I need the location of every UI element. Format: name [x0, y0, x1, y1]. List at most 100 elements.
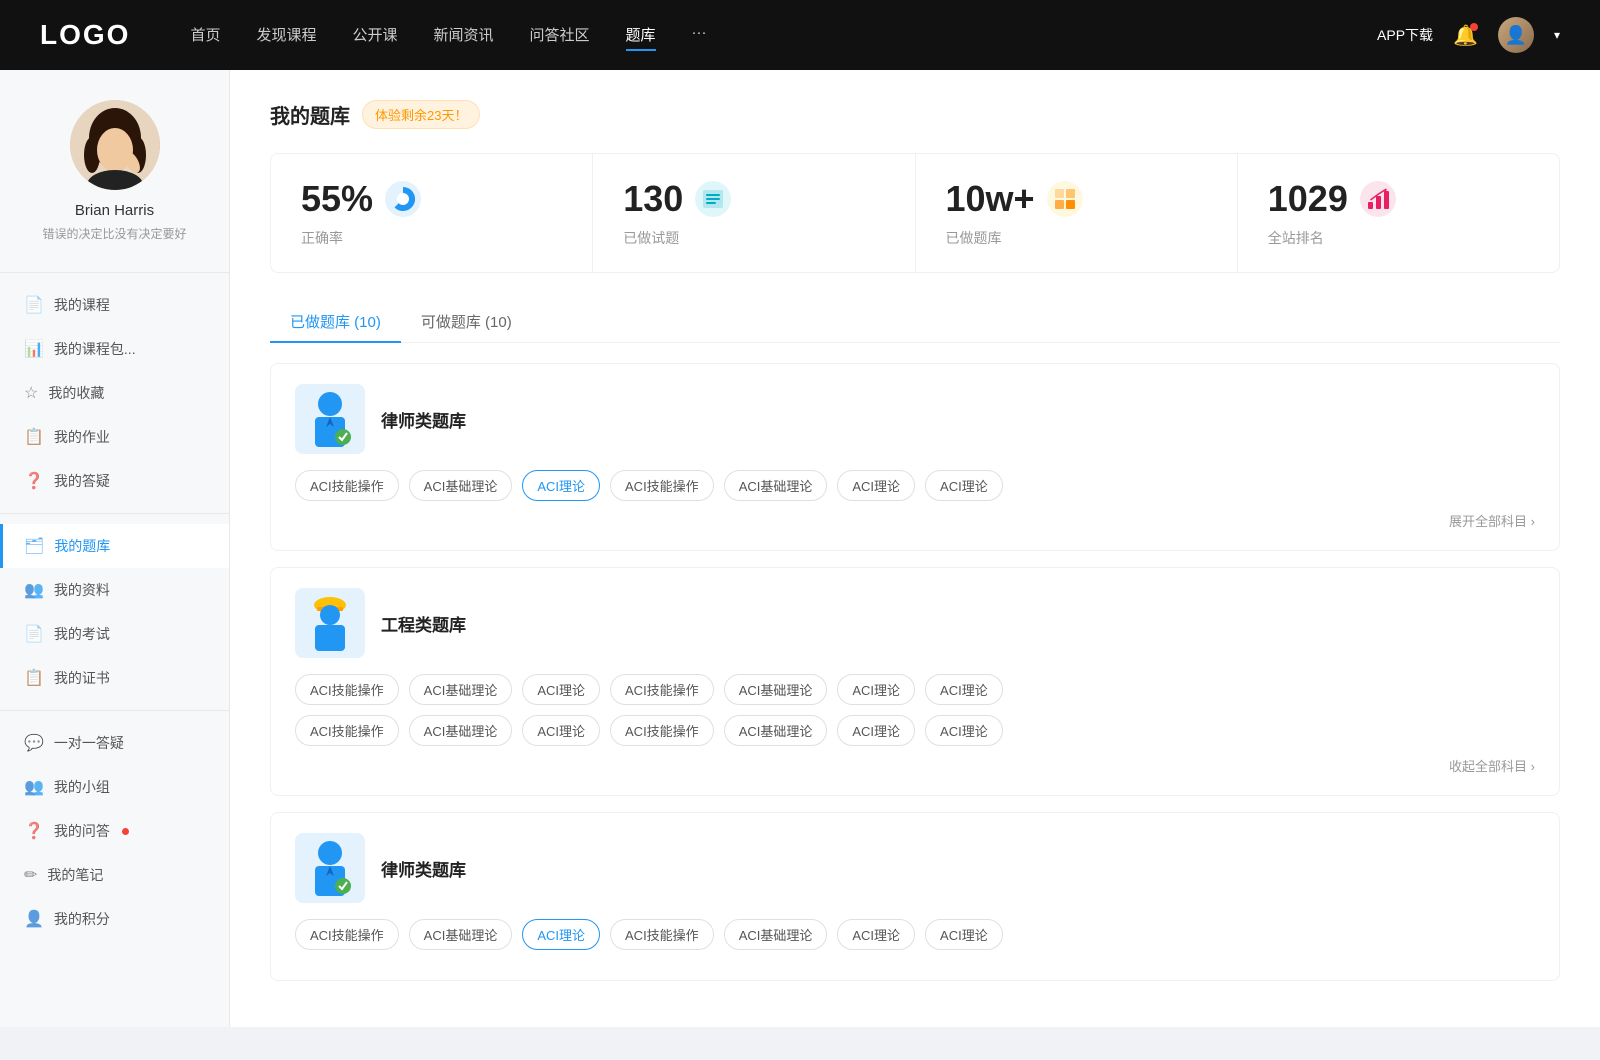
sidebar-item-course-package[interactable]: 📊 我的课程包...: [0, 327, 229, 371]
sidebar-item-one-on-one[interactable]: 💬 一对一答疑: [0, 721, 229, 765]
notification-dot: [1470, 23, 1478, 31]
tag-item[interactable]: ACI技能操作: [295, 715, 399, 746]
qbank-card-lawyer-1: 律师类题库 ACI技能操作 ACI基础理论 ACI理论 ACI技能操作 ACI基…: [270, 363, 1560, 551]
tag-item[interactable]: ACI基础理论: [724, 919, 828, 950]
tag-item[interactable]: ACI基础理论: [724, 715, 828, 746]
tag-item[interactable]: ACI理论: [837, 919, 915, 950]
expand-link-2[interactable]: 收起全部科目 ›: [295, 756, 1535, 775]
sidebar-item-homework[interactable]: 📋 我的作业: [0, 415, 229, 459]
tag-item[interactable]: ACI技能操作: [295, 919, 399, 950]
tag-item[interactable]: ACI基础理论: [724, 470, 828, 501]
qbank-icon-wrap: [295, 588, 365, 658]
tag-item-active[interactable]: ACI理论: [522, 919, 600, 950]
sidebar-item-my-questions[interactable]: ❓ 我的问答: [0, 809, 229, 853]
sidebar-item-my-points[interactable]: 👤 我的积分: [0, 897, 229, 941]
sidebar-label: 我的资料: [54, 580, 110, 600]
tag-item[interactable]: ACI技能操作: [610, 470, 714, 501]
stat-label: 已做试题: [623, 228, 884, 248]
tag-item[interactable]: ACI技能操作: [610, 919, 714, 950]
tag-item[interactable]: ACI理论: [925, 919, 1003, 950]
page-title: 我的题库: [270, 100, 350, 129]
nav-discover[interactable]: 发现课程: [256, 20, 316, 51]
certificate-icon: 📋: [24, 668, 44, 688]
app-download-button[interactable]: APP下载: [1377, 25, 1433, 45]
qbank-header: 律师类题库: [295, 384, 1535, 454]
stat-value: 10w+: [946, 178, 1035, 220]
sidebar-label: 我的小组: [54, 777, 110, 797]
sidebar-item-my-courses[interactable]: 📄 我的课程: [0, 283, 229, 327]
tag-item[interactable]: ACI理论: [837, 715, 915, 746]
ranking-icon: [1360, 181, 1396, 217]
stat-done-questions: 130 已做试题: [593, 154, 915, 272]
user-menu-chevron[interactable]: ▾: [1554, 28, 1560, 42]
sidebar-item-my-qa[interactable]: ❓ 我的答疑: [0, 459, 229, 503]
tag-item[interactable]: ACI基础理论: [724, 674, 828, 705]
points-icon: 👤: [24, 909, 44, 929]
tag-item[interactable]: ACI基础理论: [409, 715, 513, 746]
sidebar-item-my-notes[interactable]: ✏ 我的笔记: [0, 853, 229, 897]
sidebar-label: 我的课程: [54, 295, 110, 315]
tag-item[interactable]: ACI基础理论: [409, 470, 513, 501]
sidebar-item-question-bank[interactable]: 🗂 我的题库: [0, 524, 229, 568]
lawyer-icon-2: [305, 838, 355, 898]
page-header: 我的题库 体验剩余23天！: [270, 100, 1560, 129]
tag-item[interactable]: ACI理论: [522, 715, 600, 746]
tag-item[interactable]: ACI基础理论: [409, 674, 513, 705]
user-avatar[interactable]: 👤: [1498, 17, 1534, 53]
stat-label: 正确率: [301, 228, 562, 248]
homework-icon: 📋: [24, 427, 44, 447]
tag-item[interactable]: ACI理论: [522, 674, 600, 705]
tag-item[interactable]: ACI理论: [925, 674, 1003, 705]
nav-more[interactable]: ···: [692, 20, 707, 51]
profile-name: Brian Harris: [75, 202, 154, 219]
sidebar-label: 我的证书: [54, 668, 110, 688]
qbank-header: 律师类题库: [295, 833, 1535, 903]
nav-questions[interactable]: 题库: [626, 20, 656, 51]
stat-accuracy: 55% 正确率: [271, 154, 593, 272]
sidebar-item-my-materials[interactable]: 👥 我的资料: [0, 568, 229, 612]
sidebar-item-favorites[interactable]: ☆ 我的收藏: [0, 371, 229, 415]
courses-icon: 📄: [24, 295, 44, 315]
nav-menu: 首页 发现课程 公开课 新闻资讯 问答社区 题库 ···: [190, 20, 1377, 51]
materials-icon: 👥: [24, 580, 44, 600]
favorites-icon: ☆: [24, 383, 38, 403]
sidebar-item-certificate[interactable]: 📋 我的证书: [0, 656, 229, 700]
tag-item[interactable]: ACI理论: [837, 674, 915, 705]
tag-item[interactable]: ACI技能操作: [295, 470, 399, 501]
sidebar-label: 我的课程包...: [54, 339, 136, 359]
sidebar-item-my-exam[interactable]: 📄 我的考试: [0, 612, 229, 656]
navbar: LOGO 首页 发现课程 公开课 新闻资讯 问答社区 题库 ··· APP下载 …: [0, 0, 1600, 70]
stats-row: 55% 正确率 130: [270, 153, 1560, 273]
sidebar-label: 我的考试: [54, 624, 110, 644]
nav-opencourse[interactable]: 公开课: [352, 20, 397, 51]
qbank-title: 律师类题库: [381, 856, 466, 881]
tag-item[interactable]: ACI技能操作: [610, 674, 714, 705]
tag-item-active[interactable]: ACI理论: [522, 470, 600, 501]
sidebar-item-my-group[interactable]: 👥 我的小组: [0, 765, 229, 809]
tag-item[interactable]: ACI基础理论: [409, 919, 513, 950]
nav-home[interactable]: 首页: [190, 20, 220, 51]
logo: LOGO: [40, 19, 130, 51]
expand-link-1[interactable]: 展开全部科目 ›: [295, 511, 1535, 530]
stat-top: 10w+: [946, 178, 1207, 220]
qbank-card-engineering: 工程类题库 ACI技能操作 ACI基础理论 ACI理论 ACI技能操作 ACI基…: [270, 567, 1560, 796]
tag-item[interactable]: ACI技能操作: [295, 674, 399, 705]
tab-available-banks[interactable]: 可做题库 (10): [401, 301, 532, 342]
qbank-icon-wrap: [295, 833, 365, 903]
page-layout: Brian Harris 错误的决定比没有决定要好 📄 我的课程 📊 我的课程包…: [0, 70, 1600, 1027]
engineer-icon: [305, 593, 355, 653]
stat-top: 55%: [301, 178, 562, 220]
nav-news[interactable]: 新闻资讯: [434, 20, 494, 51]
nav-qa[interactable]: 问答社区: [530, 20, 590, 51]
tab-done-banks[interactable]: 已做题库 (10): [270, 301, 401, 342]
group-icon: 👥: [24, 777, 44, 797]
stat-done-banks: 10w+ 已做题库: [916, 154, 1238, 272]
notes-icon: ✏: [24, 865, 37, 885]
tag-item[interactable]: ACI理论: [925, 715, 1003, 746]
tag-item[interactable]: ACI理论: [925, 470, 1003, 501]
sidebar-label: 我的作业: [54, 427, 110, 447]
notification-icon[interactable]: 🔔: [1453, 23, 1478, 48]
tag-item[interactable]: ACI理论: [837, 470, 915, 501]
tag-item[interactable]: ACI技能操作: [610, 715, 714, 746]
sidebar-label: 我的笔记: [47, 865, 103, 885]
